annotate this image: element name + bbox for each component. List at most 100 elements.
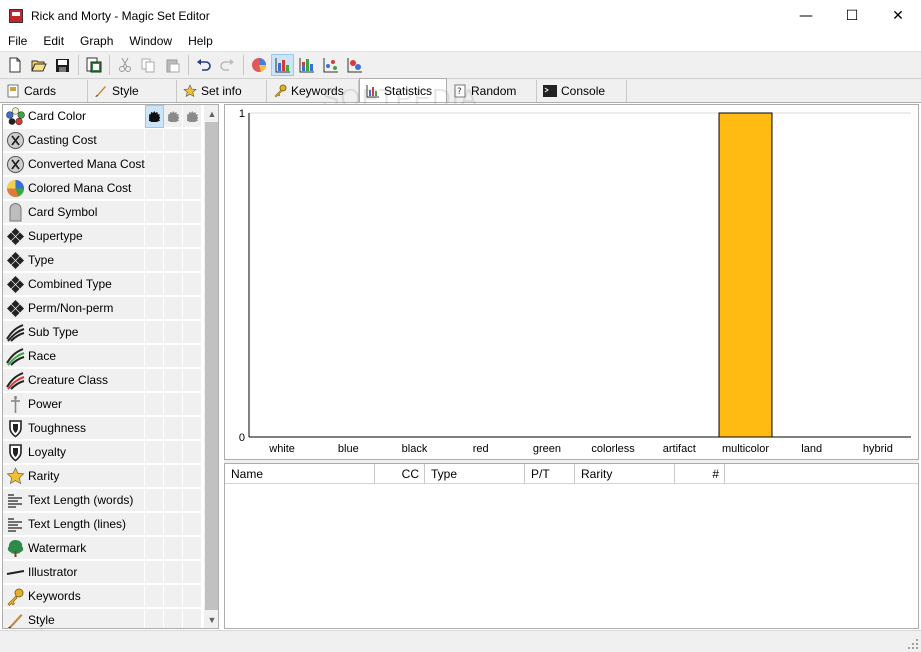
new-icon[interactable] [3,54,26,76]
dimension-column-cell[interactable] [145,345,164,368]
dimension-column-cell[interactable] [183,489,202,512]
dimension-column-cell[interactable] [145,585,164,608]
dimension-column-cell[interactable] [145,105,164,128]
dimension-label-cell[interactable]: Loyalty [3,441,145,464]
dimension-column-cell[interactable] [164,369,183,392]
dimension-label-cell[interactable]: Card Color [3,105,145,128]
dimension-column-cell[interactable] [183,441,202,464]
column-header-rarity[interactable]: Rarity [575,464,675,484]
menu-file[interactable]: File [0,34,35,48]
dimension-column-cell[interactable] [164,465,183,488]
dimension-column-cell[interactable] [164,273,183,296]
menu-help[interactable]: Help [180,34,221,48]
open-icon[interactable] [27,54,50,76]
dimension-row[interactable]: Rarity [3,465,204,489]
dimension-row[interactable]: Perm/Non-perm [3,297,204,321]
dimension-column-cell[interactable] [183,585,202,608]
dimension-label-cell[interactable]: Creature Class [3,369,145,392]
dimension-column-cell[interactable] [164,225,183,248]
dimension-column-cell[interactable] [183,345,202,368]
dimension-row[interactable]: Style [3,609,204,628]
dimension-column-cell[interactable] [145,561,164,584]
dimension-column-cell[interactable] [183,297,202,320]
dimension-column-cell[interactable] [164,609,183,628]
dimension-label-cell[interactable]: Keywords [3,585,145,608]
dimension-column-cell[interactable] [164,321,183,344]
dimension-row[interactable]: Text Length (lines) [3,513,204,537]
dimension-column-cell[interactable] [164,537,183,560]
column-header-pt[interactable]: P/T [525,464,575,484]
cut-icon[interactable] [113,54,136,76]
dimension-label-cell[interactable]: Power [3,393,145,416]
dimension-column-cell[interactable] [183,249,202,272]
card-list[interactable]: Name CC Type P/T Rarity # [224,463,919,629]
dimension-row[interactable]: Type [3,249,204,273]
dimension-row[interactable]: Card Symbol [3,201,204,225]
dimension-label-cell[interactable]: Toughness [3,417,145,440]
dimension-label-cell[interactable]: Perm/Non-perm [3,297,145,320]
dimension-label-cell[interactable]: Card Symbol [3,201,145,224]
menu-window[interactable]: Window [121,34,180,48]
menu-graph[interactable]: Graph [72,34,121,48]
dimension-column-cell[interactable] [164,585,183,608]
dimension-column-cell[interactable] [164,345,183,368]
dimension-label-cell[interactable]: Text Length (words) [3,489,145,512]
column-header-type[interactable]: Type [425,464,525,484]
dimension-label-cell[interactable]: Combined Type [3,273,145,296]
dimension-label-cell[interactable]: Casting Cost [3,129,145,152]
dimension-label-cell[interactable]: Colored Mana Cost [3,177,145,200]
export-icon[interactable] [82,54,105,76]
dimension-row[interactable]: Sub Type [3,321,204,345]
dimension-column-cell[interactable] [164,513,183,536]
scroll-down-arrow[interactable]: ▼ [204,611,218,628]
dimension-column-cell[interactable] [183,537,202,560]
minimize-button[interactable]: — [783,0,829,31]
dimension-column-cell[interactable] [145,177,164,200]
dimension-column-cell[interactable] [183,609,202,628]
dimension-column-cell[interactable] [145,537,164,560]
dimension-label-cell[interactable]: Illustrator [3,561,145,584]
dimension-column-cell[interactable] [164,489,183,512]
save-icon[interactable] [51,54,74,76]
dimension-label-cell[interactable]: Race [3,345,145,368]
dimension-label-cell[interactable]: Text Length (lines) [3,513,145,536]
dimension-column-cell[interactable] [164,417,183,440]
dimension-column-cell[interactable] [183,129,202,152]
dimension-column-cell[interactable] [164,129,183,152]
dimension-column-cell[interactable] [145,465,164,488]
paste-icon[interactable] [161,54,184,76]
tab-console[interactable]: Console [537,80,627,102]
dimension-label-cell[interactable]: Rarity [3,465,145,488]
tab-cards[interactable]: Cards [0,80,88,102]
dimension-row[interactable]: Converted Mana Cost [3,153,204,177]
dimension-row[interactable]: Race [3,345,204,369]
dimension-column-cell[interactable] [183,393,202,416]
column-header-cc[interactable]: CC [375,464,425,484]
dimension-column-cell[interactable] [183,153,202,176]
dimension-column-cell[interactable] [145,153,164,176]
dimension-column-cell[interactable] [164,441,183,464]
dimension-row[interactable]: Supertype [3,225,204,249]
dimension-column-cell[interactable] [183,465,202,488]
dimension-row[interactable]: Watermark [3,537,204,561]
dimension-column-cell[interactable] [145,609,164,628]
dimension-column-cell[interactable] [145,249,164,272]
dimension-row[interactable]: Text Length (words) [3,489,204,513]
dimension-row[interactable]: Loyalty [3,441,204,465]
statistics-graph[interactable]: 1 0 white blue black red green colorless artifac… [224,104,919,460]
redo-icon[interactable] [216,54,239,76]
dimension-column-cell[interactable] [183,513,202,536]
column-header-count[interactable]: # [675,464,725,484]
dimension-row[interactable]: Keywords [3,585,204,609]
stacked-bar-icon[interactable] [295,54,318,76]
menu-edit[interactable]: Edit [35,34,72,48]
dimension-row[interactable]: Casting Cost [3,129,204,153]
dimension-column-cell[interactable] [183,105,202,128]
dimension-label-cell[interactable]: Style [3,609,145,628]
dimension-column-cell[interactable] [145,417,164,440]
dimension-column-cell[interactable] [183,369,202,392]
scatter-icon[interactable] [319,54,342,76]
dimension-row[interactable]: Illustrator [3,561,204,585]
tab-style[interactable]: Style [88,80,177,102]
dimension-label-cell[interactable]: Converted Mana Cost [3,153,145,176]
